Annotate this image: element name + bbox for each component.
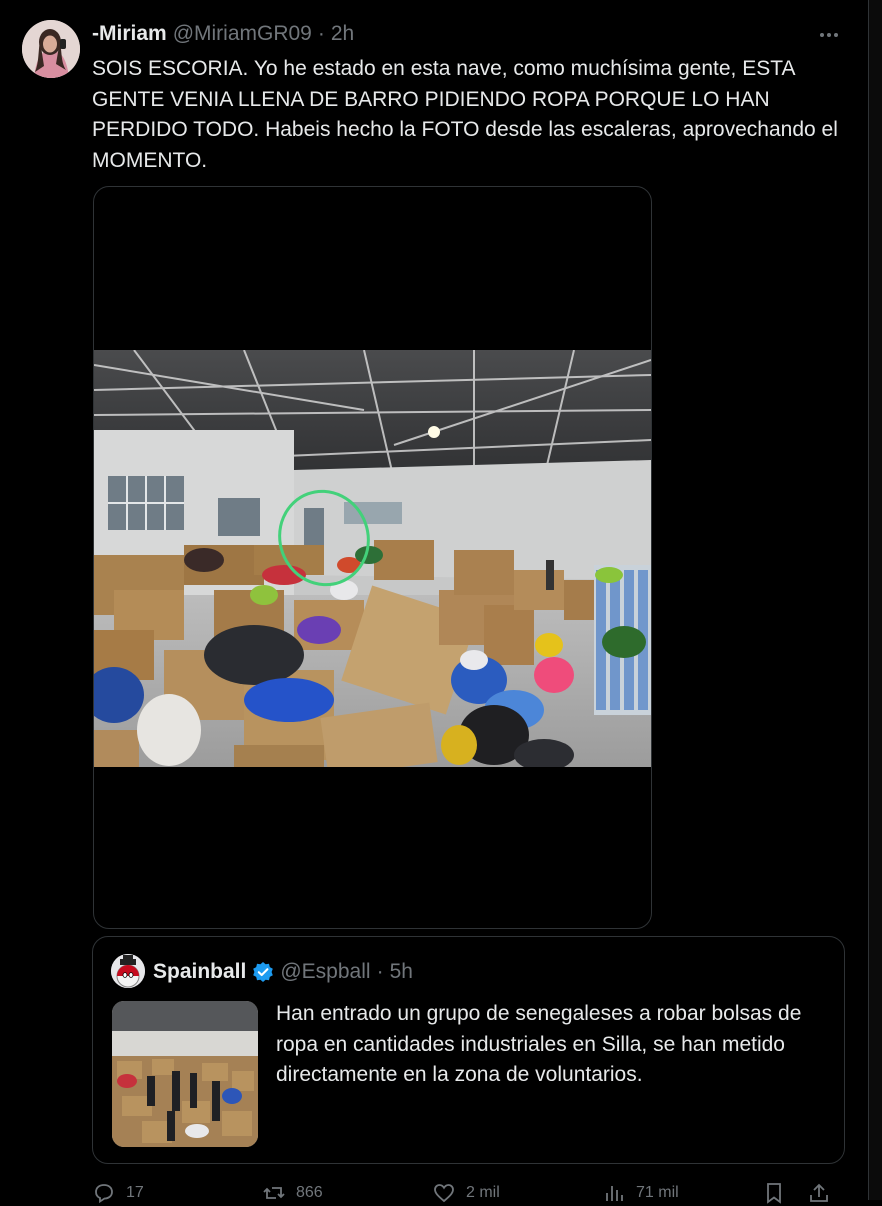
like-count: 2 mil <box>466 1184 500 1201</box>
quoted-text: Han entrado un grupo de senegaleses a ro… <box>276 1002 802 1086</box>
post-text: SOIS ESCORIA. Yo he estado en esta nave,… <box>92 57 838 172</box>
reply-icon <box>95 1184 113 1204</box>
post-time[interactable]: 2h <box>331 22 354 46</box>
post-header: -Miriam @MiriamGR09 · 2h <box>92 20 354 48</box>
timeline-column: -Miriam @MiriamGR09 · 2h SOIS ESCORIA. Y… <box>0 0 869 1204</box>
quoted-author-avatar[interactable] <box>111 954 145 988</box>
post-actions-bar: 17 866 2 mil 71 mil <box>92 1180 852 1206</box>
verified-badge-icon <box>253 962 274 982</box>
quoted-author-handle[interactable]: @Espball <box>280 960 370 984</box>
author-avatar[interactable] <box>22 20 80 78</box>
quoted-separator: · <box>376 960 384 983</box>
quoted-author-name[interactable]: Spainball <box>153 960 246 984</box>
bookmark-button[interactable] <box>762 1181 807 1205</box>
author-handle[interactable]: @MiriamGR09 <box>173 22 312 46</box>
quoted-post[interactable]: Spainball @Espball · 5h Han entrado un g… <box>92 936 845 1164</box>
views-button[interactable]: 71 mil <box>602 1181 762 1205</box>
repost-count: 866 <box>296 1184 323 1201</box>
views-icon <box>606 1186 623 1201</box>
views-count: 71 mil <box>636 1184 679 1201</box>
warehouse-photo <box>94 350 651 767</box>
more-icon[interactable] <box>814 26 844 44</box>
author-name[interactable]: -Miriam <box>92 22 167 46</box>
post-media[interactable] <box>93 186 652 929</box>
quoted-time[interactable]: 5h <box>390 960 413 984</box>
repost-button[interactable]: 866 <box>262 1181 432 1205</box>
like-icon <box>434 1184 454 1203</box>
share-icon <box>810 1183 828 1202</box>
quoted-media-thumbnail[interactable] <box>112 1001 258 1147</box>
share-button[interactable] <box>807 1181 837 1205</box>
repost-icon <box>263 1187 285 1199</box>
reply-button[interactable]: 17 <box>92 1181 262 1205</box>
header-separator: · <box>317 22 325 45</box>
bookmark-icon <box>767 1183 781 1204</box>
scrollbar-track[interactable] <box>869 0 882 1200</box>
quoted-header: Spainball @Espball · 5h <box>153 957 413 987</box>
like-button[interactable]: 2 mil <box>432 1181 602 1205</box>
reply-count: 17 <box>126 1184 144 1201</box>
